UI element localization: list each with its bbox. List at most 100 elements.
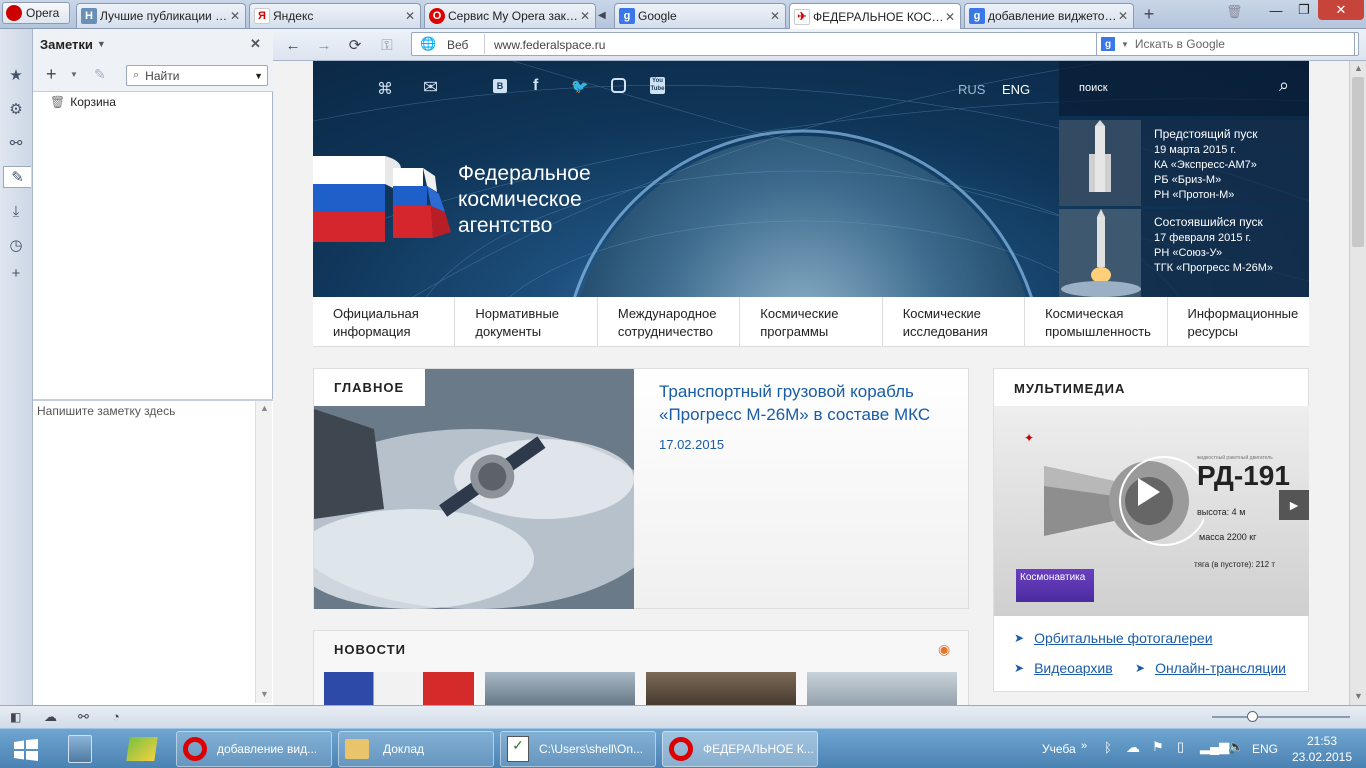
restore-icon[interactable]: ❐ — [1290, 0, 1318, 20]
search-field[interactable]: g ▼ Искать в Google — [1096, 32, 1355, 56]
notes-search-input[interactable]: ⌕ Найти ▼ — [126, 65, 268, 86]
opera-menu-button[interactable]: Opera — [2, 2, 70, 24]
tab-habr[interactable]: H Лучшие публикации з... ✕ — [76, 3, 246, 28]
close-tab-icon[interactable]: ✕ — [229, 9, 241, 23]
windows-start-icon[interactable] — [14, 739, 38, 761]
cloud-sync-icon[interactable]: ☁ — [44, 709, 57, 725]
add-panel-plus-icon[interactable]: + — [5, 262, 27, 284]
network-signal-icon[interactable]: ▂▄▆ — [1200, 739, 1229, 755]
tab-myopera[interactable]: O Сервис My Opera закр... ✕ — [424, 3, 596, 28]
tray-toolbar-label[interactable]: Учеба — [1042, 742, 1076, 756]
search-icon[interactable]: ⌕ — [1279, 75, 1289, 96]
tab-scroll-left-icon[interactable]: ◀ — [598, 6, 610, 24]
history-clock-icon[interactable]: ◷ — [5, 234, 27, 256]
notes-icon[interactable]: ✎ — [3, 166, 31, 188]
close-tab-icon[interactable]: ✕ — [404, 9, 416, 23]
past-launch[interactable]: Состоявшийся пуск 17 февраля 2015 г. РН … — [1059, 209, 1309, 297]
next-arrow-icon[interactable]: ► — [1279, 490, 1309, 520]
calculator-icon[interactable] — [68, 735, 92, 763]
downloads-icon[interactable]: ⤓ — [5, 200, 27, 222]
lang-rus[interactable]: RUS — [958, 82, 985, 97]
youtube-icon[interactable]: You Tube — [650, 77, 665, 94]
link-video-archive[interactable]: ➤ Видеоархив — [1014, 660, 1113, 676]
note-editor[interactable]: Напишите заметку здесь ▲ ▼ — [33, 401, 273, 705]
unite-icon[interactable]: ⚯ — [78, 709, 89, 725]
bluetooth-icon[interactable]: ᛒ — [1104, 740, 1112, 755]
close-window-icon[interactable]: ✕ — [1318, 0, 1364, 20]
language-indicator[interactable]: ENG — [1252, 742, 1278, 756]
tab-google[interactable]: g Google ✕ — [614, 3, 786, 28]
security-label[interactable]: Веб — [447, 38, 468, 52]
task-folder-doklad[interactable]: Доклад — [338, 731, 494, 767]
news-thumbnail[interactable] — [646, 672, 796, 705]
close-panel-icon[interactable]: ✕ — [250, 36, 261, 52]
sitemap-icon[interactable]: ⌘ — [377, 79, 393, 99]
zoom-slider-thumb[interactable] — [1247, 711, 1258, 722]
minimize-icon[interactable]: — — [1262, 0, 1290, 20]
edit-note-icon[interactable]: ✎ — [94, 66, 106, 83]
tab-widgets[interactable]: g добавление виджетов ... ✕ — [964, 3, 1134, 28]
menu-item-research[interactable]: Космические исследования — [883, 297, 1026, 346]
close-tab-icon[interactable]: ✕ — [769, 9, 781, 23]
turbo-icon[interactable]: ◔ — [112, 709, 120, 724]
zoom-slider[interactable] — [1212, 716, 1350, 718]
close-tab-icon[interactable]: ✕ — [1117, 9, 1129, 23]
news-thumbnail[interactable] — [807, 672, 957, 705]
menu-item-industry[interactable]: Космическая промышленность — [1025, 297, 1168, 346]
chevron-down-icon[interactable]: ▼ — [254, 71, 263, 81]
site-search[interactable]: поиск ⌕ — [1059, 61, 1309, 116]
google-icon[interactable]: g — [1101, 37, 1115, 51]
link-galleries[interactable]: ➤ Орбитальные фотогалереи — [1014, 630, 1213, 646]
chevron-down-icon[interactable]: ▼ — [97, 39, 106, 49]
mail-icon[interactable]: ✉ — [423, 77, 438, 98]
task-opera-widgets[interactable]: добавление вид... — [176, 731, 332, 767]
russian-flag-logo[interactable] — [313, 156, 455, 246]
menu-item-official[interactable]: Официальная информация — [313, 297, 456, 346]
chevron-down-icon[interactable]: ▼ — [70, 70, 78, 79]
main-story-headline[interactable]: Транспортный грузовой корабль «Прогресс … — [659, 380, 930, 426]
tab-federalspace[interactable]: ✈ ФЕДЕРАЛЬНОЕ КОСМ... ✕ — [789, 3, 961, 29]
upcoming-launch[interactable]: Предстоящий пуск 19 марта 2015 г. КА «Эк… — [1059, 120, 1309, 206]
rss-icon[interactable]: ◉ — [938, 641, 950, 658]
clock[interactable]: 21:53 23.02.2015 — [1290, 734, 1354, 764]
unite-share-icon[interactable]: ⚯ — [5, 132, 27, 154]
note-editor-scrollbar[interactable]: ▲ ▼ — [255, 401, 272, 703]
back-arrow-icon[interactable]: ← — [282, 34, 304, 56]
tab-yandex[interactable]: Я Яндекс ✕ — [249, 3, 421, 28]
news-thumbnail[interactable] — [324, 672, 474, 705]
menu-item-international[interactable]: Международное сотрудничество — [598, 297, 741, 346]
facebook-icon[interactable]: f — [533, 77, 538, 95]
close-tab-icon[interactable]: ✕ — [579, 9, 591, 23]
news-thumbnail[interactable] — [485, 672, 635, 705]
battery-icon[interactable]: ▯ — [1177, 739, 1184, 755]
menu-item-programs[interactable]: Космические программы — [740, 297, 883, 346]
key-icon[interactable]: ⚿ — [376, 34, 398, 56]
notes-tree-item-trash[interactable]: 🗑 Корзина — [50, 95, 116, 109]
menu-item-resources[interactable]: Информационные ресурсы — [1168, 297, 1309, 346]
settings-gear-icon[interactable]: ⚙ — [5, 98, 27, 120]
volume-icon[interactable]: 🔈 — [1228, 739, 1244, 755]
trash-icon[interactable]: 🗑 — [1226, 4, 1243, 22]
task-notepad[interactable]: ✓ C:\Users\shell\On... — [500, 731, 656, 767]
page-scrollbar[interactable]: ▲ ▼ — [1349, 61, 1366, 705]
multimedia-video[interactable]: ✦ жидкостный ракетный двигатель РД-191 в… — [994, 406, 1309, 616]
close-tab-icon[interactable]: ✕ — [944, 10, 956, 24]
toggle-panel-icon[interactable]: ◧ — [10, 710, 21, 724]
forward-arrow-icon[interactable]: → — [313, 34, 335, 56]
new-note-plus-icon[interactable]: + — [46, 64, 57, 85]
chevron-down-icon[interactable]: ▼ — [1121, 40, 1129, 49]
sticky-notes-icon[interactable] — [126, 737, 158, 761]
menu-item-normative[interactable]: Нормативные документы — [455, 297, 598, 346]
lang-eng[interactable]: ENG — [1002, 82, 1030, 97]
vk-icon[interactable]: В — [493, 79, 507, 93]
play-icon[interactable] — [1138, 478, 1160, 506]
task-opera-federalspace[interactable]: ФЕДЕРАЛЬНОЕ К... — [662, 731, 818, 767]
cloud-icon[interactable]: ☁ — [1126, 739, 1140, 756]
new-tab-plus-icon[interactable]: + — [1138, 4, 1160, 24]
action-center-flag-icon[interactable]: ⚑ — [1152, 739, 1164, 755]
reload-icon[interactable]: ⟳ — [344, 34, 366, 56]
tray-expand-icon[interactable]: » — [1081, 740, 1087, 752]
instagram-icon[interactable] — [611, 78, 626, 93]
twitter-icon[interactable]: 🐦 — [571, 78, 588, 95]
notes-title[interactable]: Заметки — [40, 37, 93, 52]
